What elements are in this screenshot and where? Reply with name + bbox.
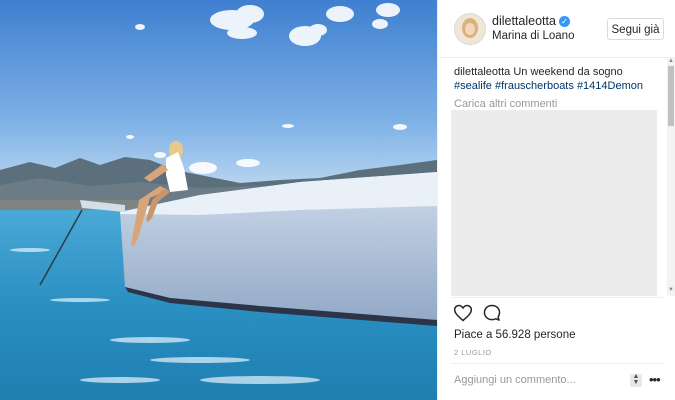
more-options-icon[interactable]: ••• [649, 372, 661, 387]
post-username[interactable]: dilettaleotta ✓ [492, 14, 570, 28]
scroll-down-arrow-icon[interactable]: ▼ [668, 287, 674, 293]
hashtag-frauscherboats[interactable]: #frauscherboats [495, 80, 574, 92]
comments-scrollbar[interactable] [667, 58, 675, 296]
avatar-image [455, 14, 485, 44]
post-date[interactable]: 2 LUGLIO [454, 348, 492, 357]
divider [451, 363, 663, 364]
comment-button[interactable] [482, 303, 502, 323]
like-button[interactable] [453, 303, 473, 323]
load-more-comments-link[interactable]: Carica altri commenti [454, 98, 557, 110]
caption-username[interactable]: dilettaleotta [454, 66, 510, 78]
post-caption: dilettaleotta Un weekend da sogno #seali… [454, 66, 660, 93]
following-button[interactable]: Segui già [607, 18, 664, 40]
scrollbar-thumb[interactable] [668, 66, 674, 126]
input-resize-arrows-icon[interactable]: ▲ ▼ [630, 373, 642, 387]
avatar[interactable] [454, 13, 486, 45]
post-photo[interactable] [0, 0, 437, 400]
likes-count[interactable]: Piace a 56.928 persone [454, 329, 575, 341]
post-location[interactable]: Marina di Loano [492, 30, 574, 42]
hashtag-1414demon[interactable]: #1414Demon [577, 80, 643, 92]
post-image [0, 0, 437, 400]
post-side-panel: dilettaleotta ✓ Marina di Loano Segui già… [437, 0, 675, 400]
comments-list [451, 110, 657, 296]
divider [451, 297, 663, 298]
add-comment-input[interactable]: Aggiungi un commento... [454, 374, 576, 386]
heart-icon [453, 304, 473, 322]
post-header: dilettaleotta ✓ Marina di Loano Segui già [438, 0, 675, 58]
scroll-up-arrow-icon[interactable]: ▲ [668, 58, 674, 64]
hashtag-sealife[interactable]: #sealife [454, 80, 492, 92]
comment-icon [483, 304, 501, 321]
caption-text: Un weekend da sogno [510, 66, 623, 78]
verified-badge-icon: ✓ [558, 16, 570, 27]
username-text[interactable]: dilettaleotta [492, 14, 556, 28]
